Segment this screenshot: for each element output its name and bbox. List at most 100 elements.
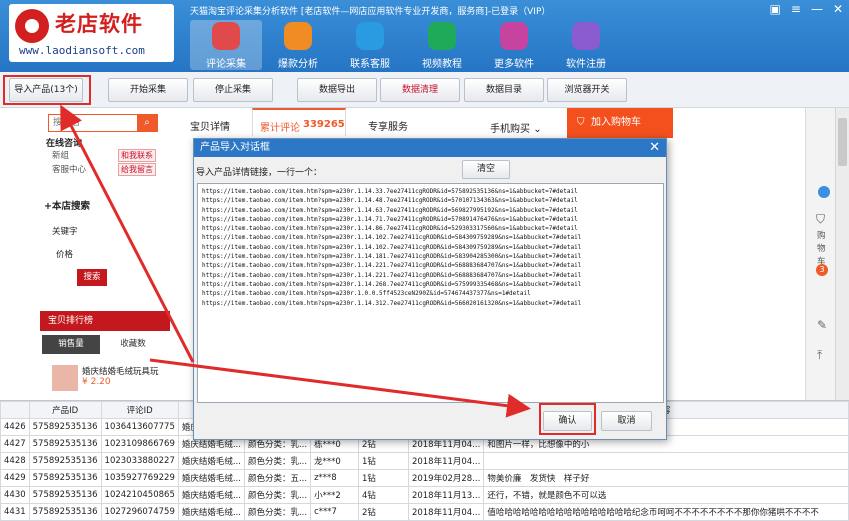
browser-scrollbar[interactable] [835,108,849,400]
table-cell [483,452,849,470]
table-cell: 575892535136 [28,418,102,436]
data-directory-button[interactable]: 数据目录 [464,78,544,102]
nav-pie-chart[interactable]: 爆款分析 [262,20,334,70]
skin-icon[interactable]: ▣ [770,2,781,16]
nav-label: 联系客服 [350,59,390,70]
table-cell: 575892535136 [28,503,102,521]
table-cell: 颜色分类：乳... [243,452,312,470]
nav-play[interactable]: 视频教程 [406,20,478,70]
shop-search-box: ⌕ [48,114,158,132]
table-cell: 575892535136 [28,469,102,487]
bird-icon[interactable] [818,186,830,198]
scrollbar-thumb[interactable] [838,118,847,166]
start-collect-button[interactable]: 开始采集 [108,78,188,102]
edit-icon[interactable]: ✎ [817,318,827,332]
service-center-label: 客服中心 [52,165,87,175]
nav-box[interactable]: 更多软件 [478,20,550,70]
confirm-button[interactable]: 确认 [543,411,592,431]
table-cell: z***8 [310,469,359,487]
nav-label: 更多软件 [494,59,534,70]
nav-label: 视频教程 [422,59,462,70]
group-label: 新组 [52,151,70,161]
minimize-icon[interactable]: — [811,2,823,16]
table-cell: 值哈哈哈哈哈哈哈哈哈哈哈哈哈哈哈哈纪念币呵呵不不不不不不不不那你你猪哄不不不不 [483,503,849,521]
table-row[interactable]: 4429 575892535136 1035927769229 婚庆结婚毛绒... 颜色… [0,469,849,487]
shop-search-title: +本店搜索 [44,201,90,212]
table-cell: 4428 [0,452,30,470]
table-row[interactable]: 4431 575892535136 1027296074759 婚庆结婚毛绒... 颜色… [0,503,849,521]
column-header[interactable] [0,401,30,419]
dialog-title: 产品导入对话框 [200,142,270,153]
table-cell: 2018年11月04... [407,503,485,521]
export-data-button[interactable]: 数据导出 [297,78,377,102]
table-cell: 2钻 [357,503,409,521]
cart-icon[interactable]: ⛉ [816,212,825,227]
table-cell: 575892535136 [28,452,102,470]
url-line: https://item.taobao.com/item.htm?spm=a23… [202,243,582,251]
rank-item-thumbnail[interactable] [52,365,78,391]
nav-user[interactable]: 软件注册 [550,20,622,70]
table-cell: 2018年11月04... [407,452,485,470]
shop-search-button[interactable]: 搜索 [77,269,107,286]
main-nav: 评论采集 爆款分析 联系客服 视频教程 更多软件 软件注册 [190,20,622,70]
nav-chat[interactable]: 评论采集 [190,20,262,70]
url-line: https://item.taobao.com/item.htm?spm=a23… [202,299,582,307]
contact-me-button[interactable]: 和我联系 [118,149,156,162]
clear-button[interactable]: 清空 [462,160,510,179]
table-cell: 4429 [0,469,30,487]
tab-detail[interactable]: 宝贝详情 [190,118,230,133]
import-highlight-box [3,75,91,105]
table-cell: 龙***0 [310,452,359,470]
rank-tab-sales[interactable]: 销售量 [42,335,100,354]
column-header[interactable]: 产品ID [28,401,102,419]
add-to-cart-button[interactable]: ⛉ 加入购物车 [567,108,673,138]
table-row[interactable]: 4428 575892535136 1023033880227 婚庆结婚毛绒... 颜色… [0,452,849,470]
shop-search-input[interactable] [49,115,137,131]
stop-collect-button[interactable]: 停止采集 [193,78,273,102]
import-dialog: 产品导入对话框 ✕ 导入产品详情链接，一行一个： 清空 https://item… [193,138,667,440]
search-icon[interactable]: ⌕ [137,115,157,131]
cancel-button[interactable]: 取消 [601,411,652,431]
table-row[interactable]: 4430 575892535136 1024210450865 婚庆结婚毛绒... 颜色… [0,486,849,504]
menu-icon[interactable]: ≡ [791,2,801,16]
table-cell: 4427 [0,435,30,453]
clean-data-button[interactable]: 数据清理 [380,78,460,102]
url-line: https://item.taobao.com/item.htm?spm=a23… [202,290,531,298]
browser-toggle-button[interactable]: 浏览器开关 [547,78,627,102]
table-cell: 4钻 [357,486,409,504]
logo-name: 老店软件 [55,12,143,36]
logo-url: www.laodiansoft.com [19,44,145,57]
table-cell: 1023109866769 [100,435,179,453]
flower-logo-icon [15,9,49,43]
close-icon[interactable]: ✕ [833,2,843,16]
cart-icon: ⛉ [577,117,585,128]
table-cell: 575892535136 [28,486,102,504]
dialog-close-icon[interactable]: ✕ [649,139,660,157]
url-line: https://item.taobao.com/item.htm?spm=a23… [202,253,582,261]
table-cell: 1024210450865 [100,486,179,504]
tab-reviews-count: 339265 [303,119,345,130]
table-cell: 婚庆结婚毛绒... [177,486,245,504]
app-header: 老店软件 www.laodiansoft.com 天猫淘宝评论采集分析软件 [老… [0,0,849,72]
back-to-top-icon[interactable]: ⤒ [817,348,822,363]
table-cell: 4426 [0,418,30,436]
cart-count-badge: 3 [816,264,828,276]
tab-service[interactable]: 专享服务 [368,118,408,133]
rank-item-title[interactable]: 婚庆结婚毛绒玩具玩 [82,365,159,377]
url-line: https://item.taobao.com/item.htm?spm=a23… [202,280,582,288]
window-controls: ▣ ≡ — ✕ [770,2,843,16]
tab-reviews[interactable]: 累计评论 339265 [252,108,346,136]
column-header[interactable]: 评论ID [100,401,179,419]
leave-message-button[interactable]: 给我留言 [118,163,156,176]
logo: 老店软件 www.laodiansoft.com [9,4,174,62]
rank-tab-favorites[interactable]: 收藏数 [104,335,162,354]
nav-penguin[interactable]: 联系客服 [334,20,406,70]
table-cell: 小***2 [310,486,359,504]
url-line: https://item.taobao.com/item.htm?spm=a23… [202,225,578,233]
table-cell: 1035927769229 [100,469,179,487]
table-cell: 颜色分类：乳... [243,503,312,521]
mobile-buy-link[interactable]: 手机购买 ⌄ [490,120,542,135]
table-cell: 还行，不错，就是颜色不可以选 [483,486,849,504]
url-textarea[interactable]: https://item.taobao.com/item.htm?spm=a23… [197,183,664,403]
nav-label: 软件注册 [566,59,606,70]
